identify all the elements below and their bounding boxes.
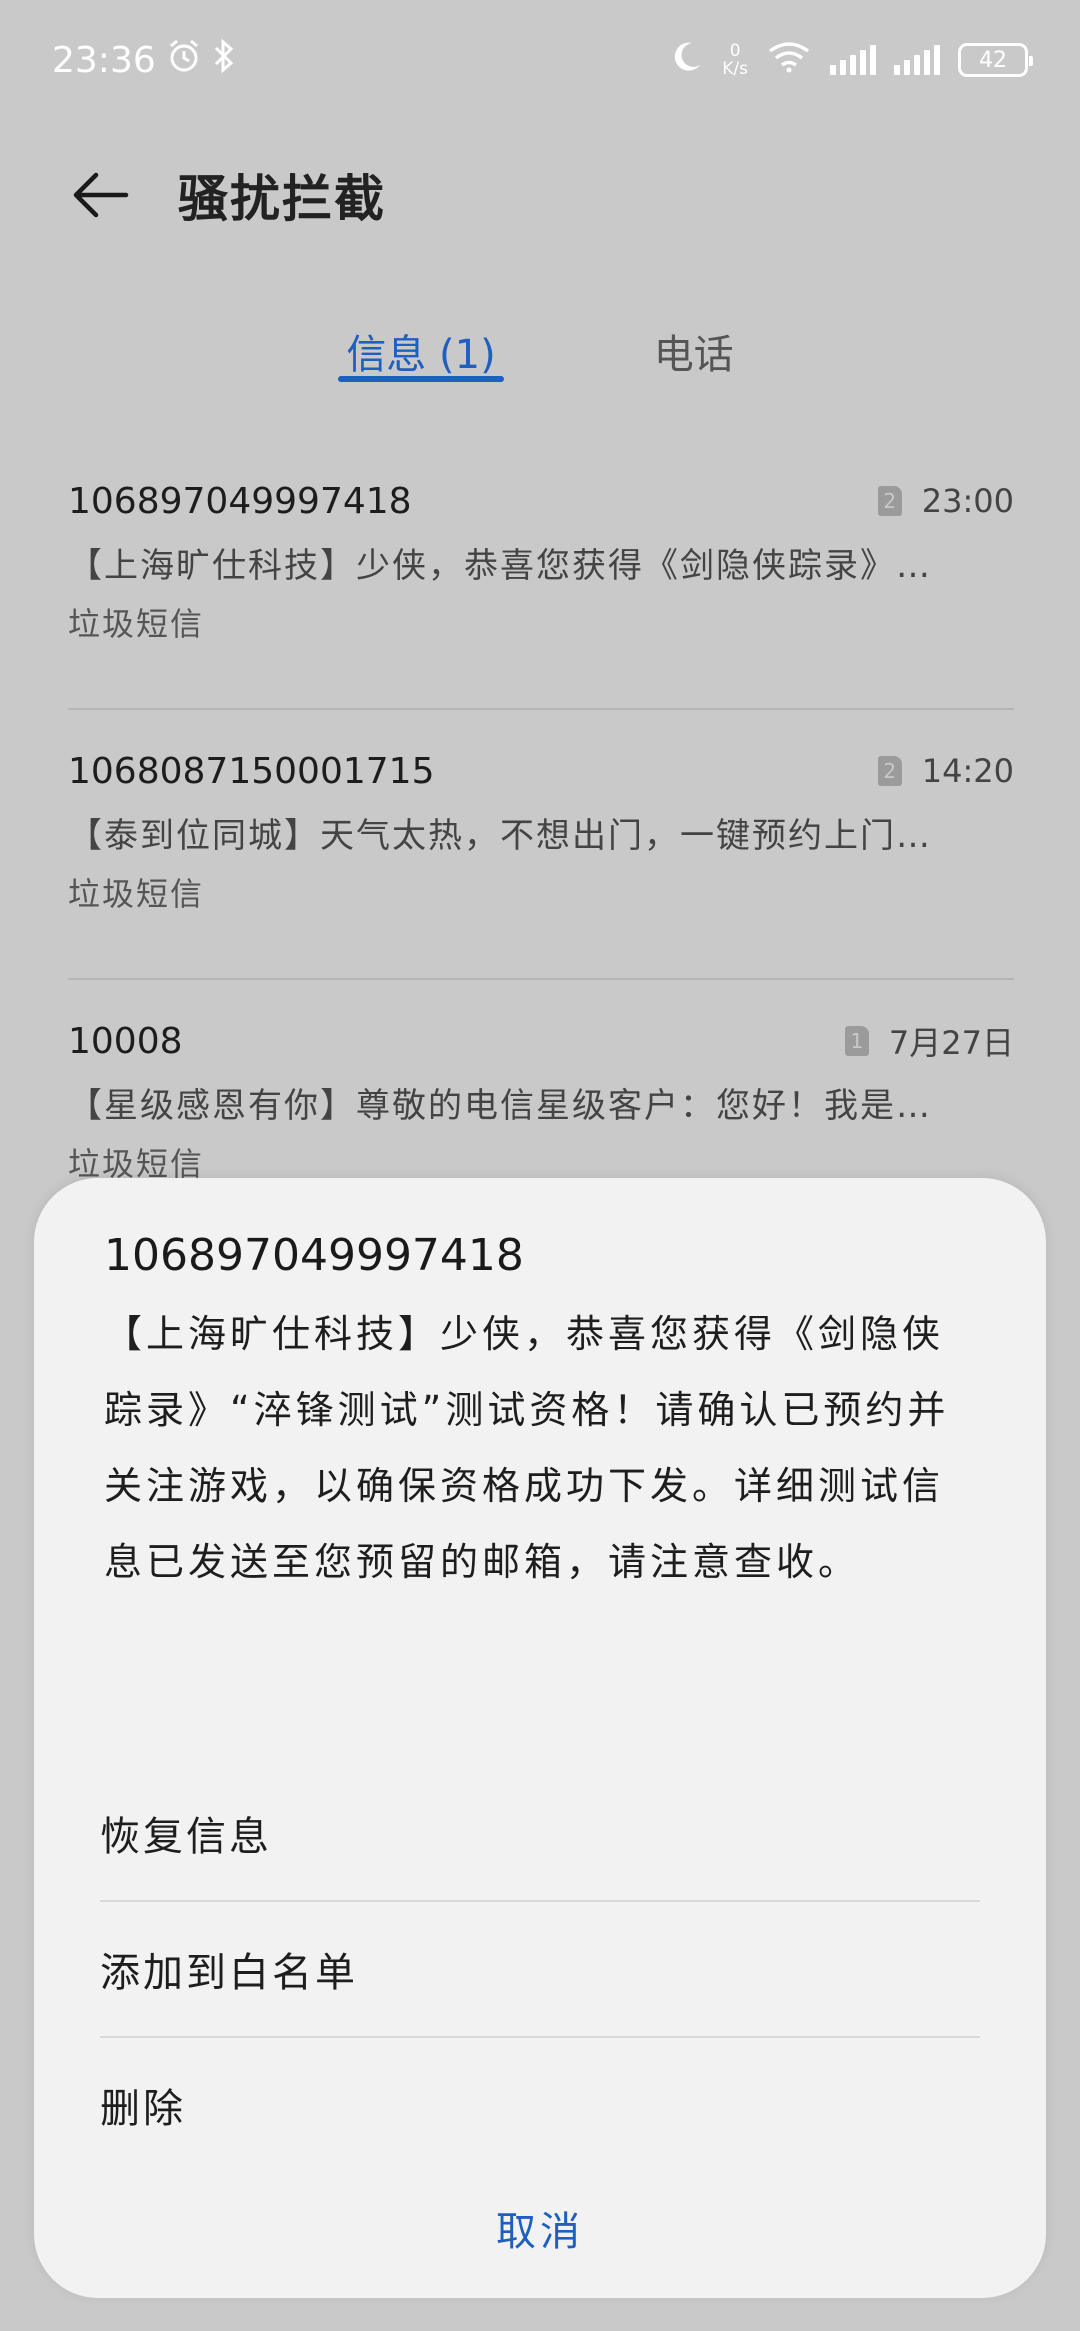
- net-speed-value: 0: [729, 41, 741, 61]
- sender-number: 1068087150001715: [68, 750, 435, 792]
- status-bar-left: 23:36: [52, 38, 236, 83]
- sender-number: 106897049997418: [68, 480, 412, 522]
- tab-messages[interactable]: 信息 (1): [338, 310, 505, 400]
- signal-icon-sim2: [894, 45, 940, 75]
- sheet-title: 106897049997418: [104, 1230, 524, 1281]
- message-preview: 【泰到位同城】天气太热，不想出门，一键预约上门…: [68, 816, 932, 856]
- message-time: 7月27日: [888, 1024, 1014, 1062]
- list-item[interactable]: 106897049997418 2 23:00 【上海旷仕科技】少侠，恭喜您获得…: [68, 440, 1014, 710]
- sim-card-icon: 2: [877, 756, 902, 786]
- message-list: 106897049997418 2 23:00 【上海旷仕科技】少侠，恭喜您获得…: [68, 440, 1014, 1250]
- delete-button[interactable]: 删除: [100, 2038, 980, 2172]
- clock: 23:36: [52, 39, 156, 81]
- bluetooth-icon: [212, 38, 236, 82]
- message-time: 14:20: [921, 752, 1014, 790]
- sim-card-icon: 2: [877, 486, 902, 516]
- message-preview: 【上海旷仕科技】少侠，恭喜您获得《剑隐侠踪录》…: [68, 546, 932, 586]
- sender-number: 10008: [68, 1020, 183, 1062]
- sheet-message-body: 【上海旷仕科技】少侠，恭喜您获得《剑隐侠踪录》“淬锋测试”测试资格！请确认已预约…: [104, 1312, 950, 1584]
- net-speed-unit: K/s: [722, 59, 748, 79]
- message-time: 23:00: [921, 482, 1014, 520]
- tab-bar: 信息 (1) 电话: [0, 310, 1080, 400]
- status-bar-right: 0 K/s 42: [670, 39, 1033, 81]
- add-to-whitelist-button[interactable]: 添加到白名单: [100, 1902, 980, 2036]
- back-button[interactable]: [40, 140, 160, 250]
- sim-card-icon: 1: [844, 1026, 869, 1056]
- restore-message-button[interactable]: 恢复信息: [100, 1766, 980, 1900]
- list-item[interactable]: 1068087150001715 2 14:20 【泰到位同城】天气太热，不想出…: [68, 710, 1014, 980]
- app-bar: 骚扰拦截: [0, 140, 1080, 250]
- wifi-icon: [766, 39, 812, 81]
- spam-tag: 垃圾短信: [68, 875, 205, 913]
- battery-level: 42: [979, 47, 1007, 73]
- alarm-icon: [166, 38, 202, 83]
- signal-icon-sim1: [830, 45, 876, 75]
- page-title: 骚扰拦截: [178, 170, 386, 228]
- tab-calls[interactable]: 电话: [650, 310, 738, 400]
- status-bar: 23:36 0 K/s 42: [0, 0, 1080, 120]
- battery-icon: 42: [958, 43, 1033, 77]
- cancel-button[interactable]: 取消: [34, 2178, 1046, 2278]
- spam-tag: 垃圾短信: [68, 605, 205, 643]
- arrow-left-icon: [73, 172, 129, 218]
- message-action-sheet: 106897049997418 【上海旷仕科技】少侠，恭喜您获得《剑隐侠踪录》“…: [34, 1178, 1046, 2298]
- message-preview: 【星级感恩有你】尊敬的电信星级客户：您好！我是…: [68, 1086, 932, 1126]
- moon-icon: [670, 39, 704, 81]
- net-speed: 0 K/s: [722, 42, 748, 78]
